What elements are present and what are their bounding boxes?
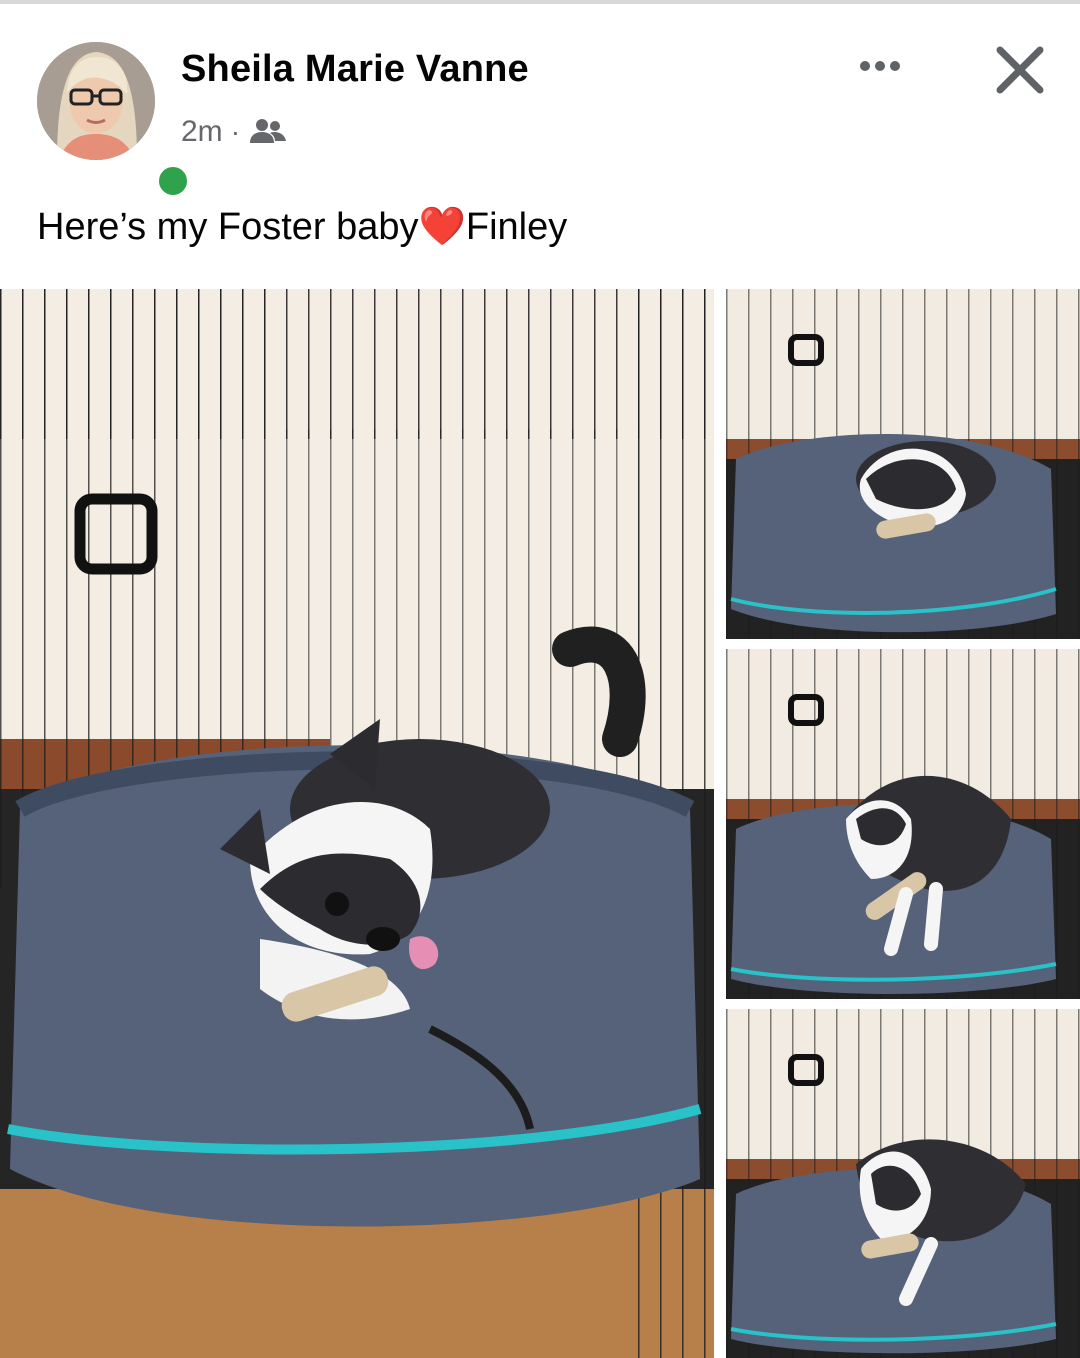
main-photo[interactable] [0, 289, 714, 1358]
thumbnail-photo-2[interactable] [726, 649, 1080, 999]
thumbnail-photo-1[interactable] [726, 289, 1080, 639]
close-button[interactable] [990, 40, 1050, 100]
meta-separator: · [230, 116, 241, 147]
heart-emoji: ❤️ [418, 206, 466, 248]
close-icon [996, 46, 1044, 94]
caption-dog-name: Finley [465, 206, 568, 248]
thumbnail-photo-3[interactable] [726, 1009, 1080, 1358]
online-status-dot [154, 162, 192, 200]
author-name[interactable]: Sheila Marie Vanne [181, 48, 529, 91]
more-horizontal-icon [860, 61, 870, 71]
friends-icon[interactable] [248, 117, 288, 147]
caption-text: Here’s my Foster baby [37, 206, 419, 248]
author-avatar[interactable] [37, 42, 192, 200]
more-dot [875, 61, 885, 71]
avatar-image [37, 42, 155, 160]
more-dot [890, 61, 900, 71]
post-header: Sheila Marie Vanne 2m · [0, 4, 1080, 200]
post-meta: 2m · [181, 112, 288, 152]
post-timestamp[interactable]: 2m [181, 115, 223, 149]
more-options-button[interactable] [850, 44, 910, 88]
post-caption: Here’s my Foster baby❤️Finley [37, 205, 567, 249]
